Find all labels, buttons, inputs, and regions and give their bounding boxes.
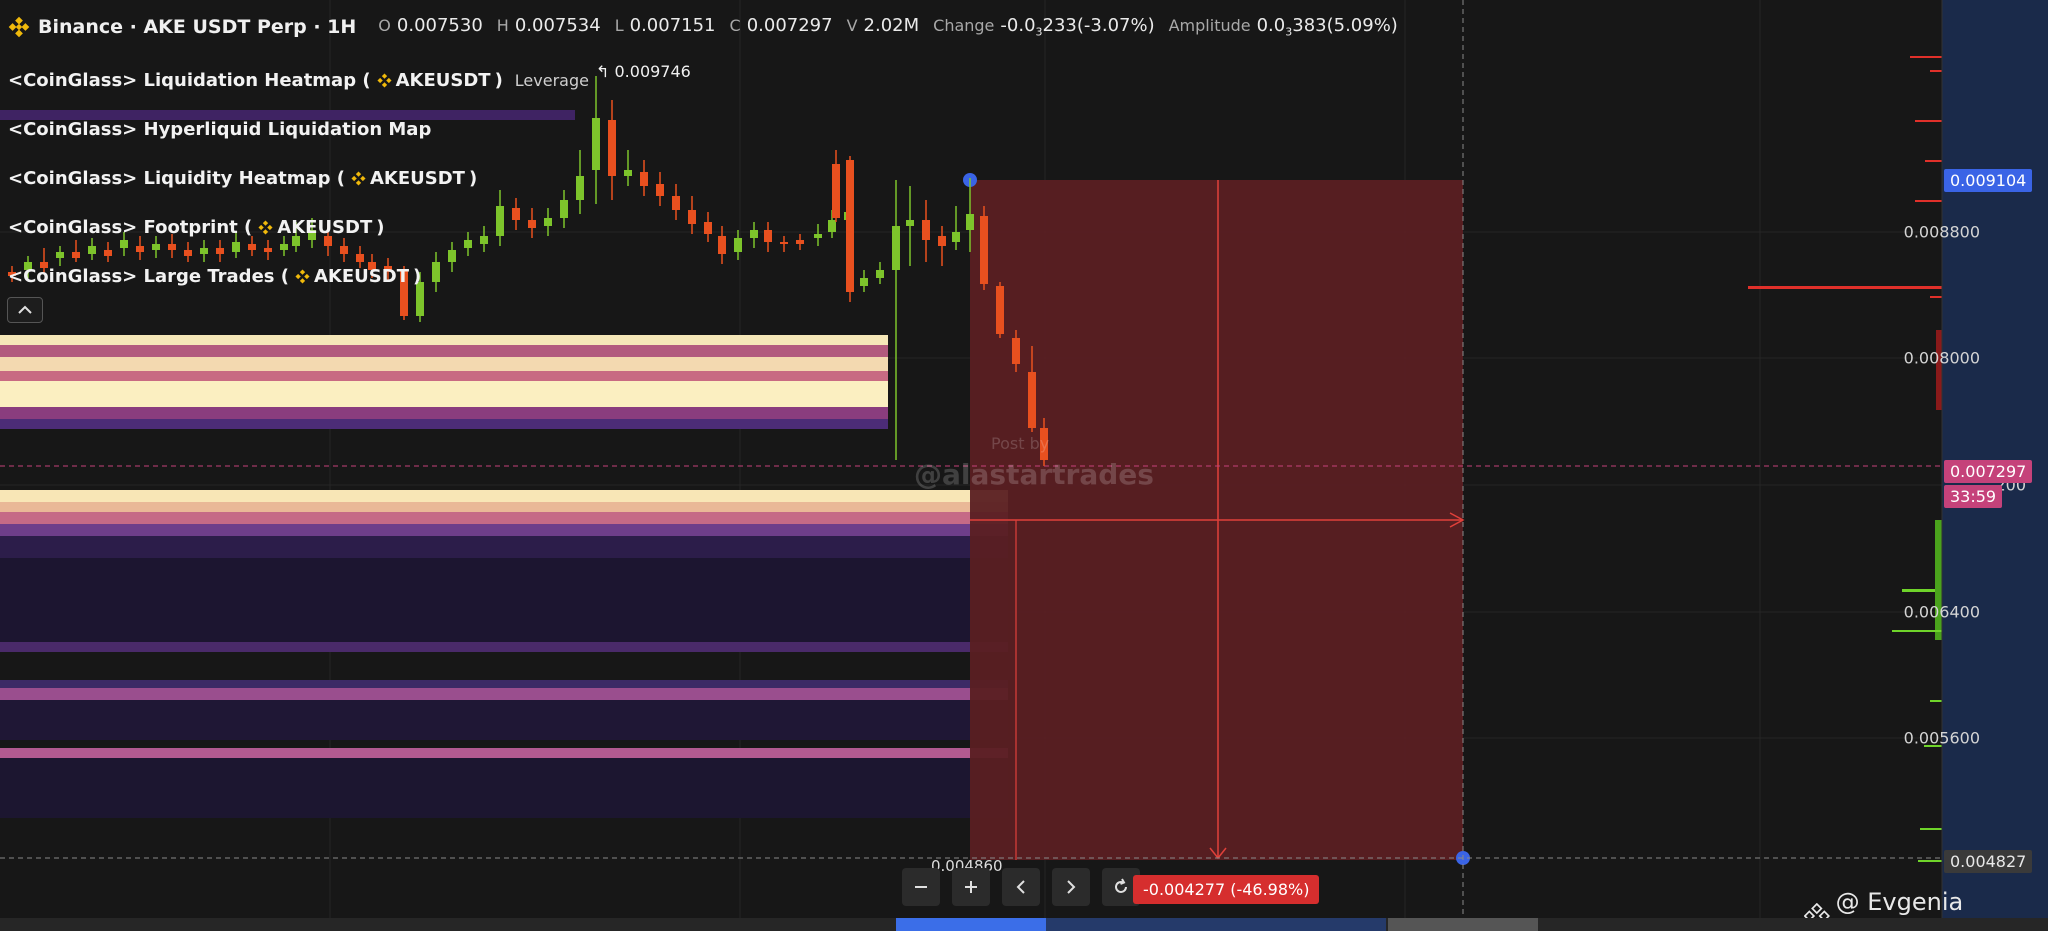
candle-body: [640, 172, 648, 186]
candle-body: [952, 232, 960, 242]
low-value: 0.007151: [629, 15, 716, 37]
candle-body: [672, 196, 680, 210]
scrollbar-thumb[interactable]: [896, 918, 1046, 931]
indicator-large-trades[interactable]: <CoinGlass> Large Trades ( AKEUSDT ): [8, 252, 589, 301]
high-marker-label: ↰ 0.009746: [596, 62, 691, 81]
price-axis-label: 0.005600: [1903, 728, 1980, 748]
reset-icon: [1115, 878, 1127, 893]
scroll-right-button[interactable]: [1052, 868, 1090, 906]
high-label: H: [496, 16, 509, 36]
candle-body: [906, 220, 914, 226]
measure-result-label: -0.004277 (-46.98%): [1133, 875, 1320, 904]
binance-logo-icon: [351, 171, 366, 186]
symbol-title[interactable]: Binance · AKE USDT Perp · 1H: [38, 16, 356, 38]
chart-window[interactable]: Binance · AKE USDT Perp · 1H O 0.007530 H…: [0, 0, 2048, 931]
binance-logo-icon: [295, 269, 310, 284]
chevron-right-icon: [1067, 880, 1076, 894]
indicator-footprint[interactable]: <CoinGlass> Footprint ( AKEUSDT ): [8, 203, 589, 252]
watermark: @alastartrades: [914, 458, 1154, 491]
candle-body: [828, 220, 836, 232]
indicator-symbol: AKEUSDT: [258, 217, 372, 238]
open-label: O: [378, 16, 391, 36]
open-value: 0.007530: [396, 15, 483, 37]
candle-body: [1012, 338, 1020, 364]
candle-body: [688, 210, 696, 224]
indicator-leverage-param: Leverage: [514, 71, 589, 90]
short-position-tool[interactable]: [963, 173, 1470, 865]
zoom-out-button[interactable]: [902, 868, 940, 906]
indicator-hyperliquid-map[interactable]: <CoinGlass> Hyperliquid Liquidation Map: [8, 105, 589, 154]
low-label: L: [614, 16, 624, 36]
price-axis-label: 0.006400: [1903, 602, 1980, 622]
high-value: 0.007534: [514, 15, 601, 37]
candle-body: [860, 278, 868, 286]
close-label: C: [729, 16, 741, 36]
candle-body: [624, 170, 632, 176]
candle-body: [892, 226, 900, 270]
candle-body: [966, 214, 974, 230]
volume-value: 2.02M: [863, 15, 920, 37]
binance-logo-icon: [8, 16, 30, 38]
amplitude-label: Amplitude: [1168, 16, 1251, 36]
indicator-list: <CoinGlass> Liquidation Heatmap ( AKEUSD…: [8, 56, 589, 301]
candle-body: [996, 286, 1004, 334]
indicator-symbol: AKEUSDT: [351, 168, 465, 189]
candle-body: [656, 184, 664, 196]
candle-countdown: 33:59: [1944, 485, 2003, 508]
candle-body: [704, 222, 712, 234]
candle-body: [608, 120, 616, 176]
candle-body: [832, 164, 840, 218]
scrollbar-range: [1046, 918, 1386, 931]
close-value: 0.007297: [746, 15, 833, 37]
candle-body: [938, 236, 946, 246]
indicator-liquidity-heatmap[interactable]: <CoinGlass> Liquidity Heatmap ( AKEUSDT …: [8, 154, 589, 203]
price-axis-bg[interactable]: [1942, 0, 2048, 918]
price-tag-target: 0.009104: [1944, 169, 2033, 192]
candle-body: [814, 234, 822, 238]
volume-label: V: [846, 16, 858, 36]
amplitude-value: 0.03383(5.09%): [1256, 15, 1398, 39]
ohlc-values: O 0.007530 H 0.007534 L 0.007151 C 0.007297 …: [378, 15, 1398, 39]
candle-body: [718, 236, 726, 254]
price-axis-label: 0.008000: [1903, 348, 1980, 368]
zoom-in-button[interactable]: [952, 868, 990, 906]
candle-body: [980, 216, 988, 284]
price-axis-label: 0.008800: [1903, 222, 1980, 242]
collapse-indicators-button[interactable]: [7, 297, 43, 323]
indicator-liquidation-heatmap[interactable]: <CoinGlass> Liquidation Heatmap ( AKEUSD…: [8, 56, 589, 105]
candle-body: [1028, 372, 1036, 428]
candle-body: [796, 240, 804, 244]
indicator-symbol: AKEUSDT: [377, 70, 491, 91]
watermark-small: Post by: [991, 434, 1050, 453]
candle-body: [592, 118, 600, 170]
chart-nav-buttons: [902, 868, 1140, 906]
plus-icon: [965, 881, 977, 893]
change-value: -0.03233(-3.07%): [1000, 15, 1155, 39]
binance-logo-icon: [258, 220, 273, 235]
candle-body: [780, 242, 788, 244]
price-tag-current: 0.007297: [1944, 460, 2033, 483]
candle-body: [846, 160, 854, 292]
binance-logo-icon: [377, 73, 392, 88]
chevron-left-icon: [1016, 880, 1025, 894]
change-label: Change: [933, 16, 995, 36]
candle-body: [750, 230, 758, 238]
candle-body: [922, 220, 930, 240]
candle-body: [734, 238, 742, 252]
candle-body: [876, 270, 884, 278]
candle-body: [764, 230, 772, 242]
indicator-symbol: AKEUSDT: [295, 266, 409, 287]
symbol-legend: Binance · AKE USDT Perp · 1H O 0.007530 H…: [8, 12, 1398, 42]
time-scrollbar[interactable]: [0, 918, 2048, 931]
scroll-left-button[interactable]: [1002, 868, 1040, 906]
chevron-up-icon: [18, 305, 32, 314]
minus-icon: [915, 886, 927, 888]
price-tag-bottom: 0.004827: [1944, 850, 2033, 873]
scrollbar-end: [1388, 918, 1538, 931]
